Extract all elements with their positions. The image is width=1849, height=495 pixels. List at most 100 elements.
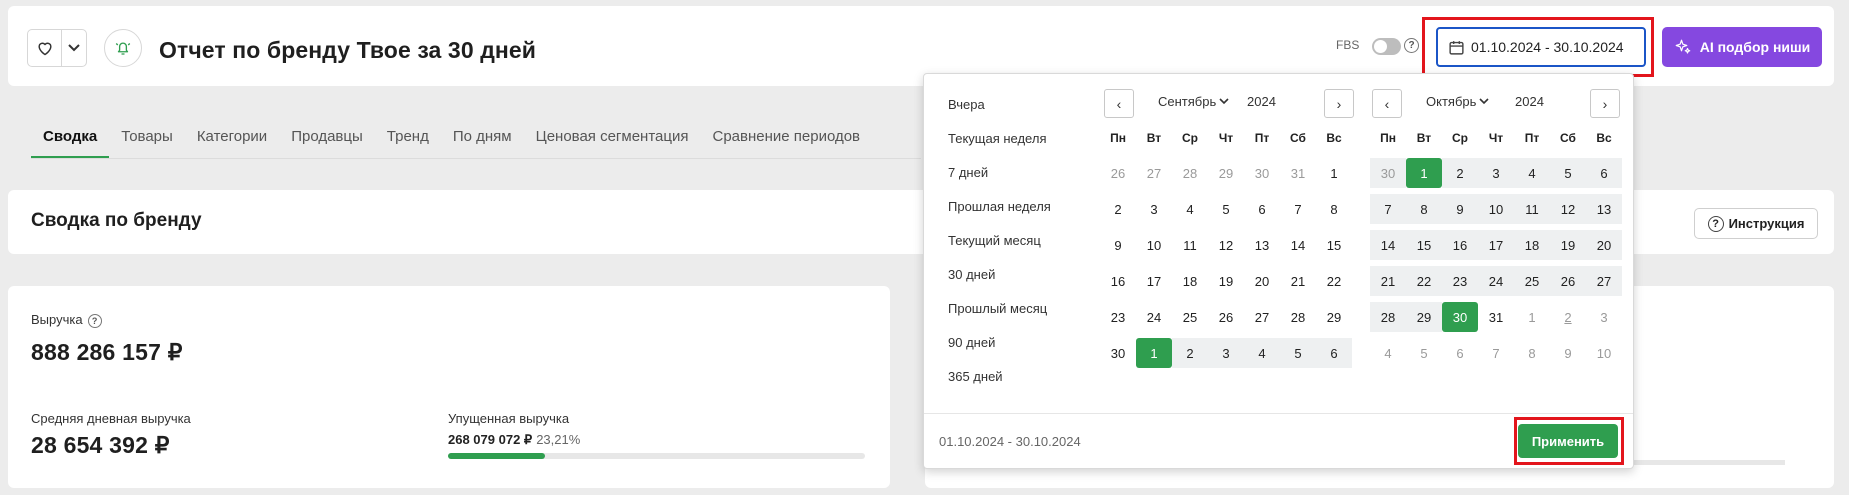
preset-365-days[interactable]: 365 дней (948, 360, 1051, 394)
preset-current-month[interactable]: Текущий месяц (948, 224, 1051, 258)
day-cell[interactable]: 13 (1244, 230, 1280, 260)
day-cell[interactable]: 28 (1370, 302, 1406, 332)
day-cell[interactable]: 8 (1316, 194, 1352, 224)
day-cell[interactable]: 4 (1514, 158, 1550, 188)
next-month-button[interactable]: › (1590, 89, 1620, 118)
day-cell[interactable]: 3 (1478, 158, 1514, 188)
tab-products[interactable]: Товары (109, 118, 185, 155)
notification-button[interactable] (104, 29, 142, 67)
day-cell[interactable]: 18 (1514, 230, 1550, 260)
tab-trend[interactable]: Тренд (375, 118, 441, 155)
day-cell[interactable]: 16 (1100, 266, 1136, 296)
day-cell[interactable]: 26 (1100, 158, 1136, 188)
preset-7-days[interactable]: 7 дней (948, 156, 1051, 190)
day-cell-selected-start[interactable]: 1 (1136, 338, 1172, 368)
fbs-toggle[interactable] (1372, 38, 1401, 55)
day-cell[interactable]: 21 (1280, 266, 1316, 296)
day-cell[interactable]: 2 (1100, 194, 1136, 224)
right-year-select[interactable]: 2024 (1515, 94, 1544, 109)
day-cell[interactable]: 26 (1208, 302, 1244, 332)
left-next-month-button[interactable]: › (1324, 89, 1354, 118)
right-prev-month-button[interactable]: ‹ (1372, 89, 1402, 118)
day-cell[interactable]: 24 (1478, 266, 1514, 296)
day-cell[interactable]: 14 (1280, 230, 1316, 260)
day-cell[interactable]: 31 (1280, 158, 1316, 188)
day-cell[interactable]: 19 (1208, 266, 1244, 296)
tab-sellers[interactable]: Продавцы (279, 118, 375, 155)
day-cell[interactable]: 27 (1136, 158, 1172, 188)
day-cell[interactable]: 17 (1478, 230, 1514, 260)
day-cell[interactable]: 6 (1442, 338, 1478, 368)
day-cell[interactable]: 19 (1550, 230, 1586, 260)
day-cell[interactable]: 11 (1172, 230, 1208, 260)
day-cell[interactable]: 20 (1244, 266, 1280, 296)
day-cell[interactable]: 24 (1136, 302, 1172, 332)
day-cell[interactable]: 27 (1244, 302, 1280, 332)
day-cell[interactable]: 30 (1370, 158, 1406, 188)
apply-button[interactable]: Применить (1518, 424, 1618, 458)
day-cell[interactable]: 10 (1586, 338, 1622, 368)
day-cell[interactable]: 5 (1280, 338, 1316, 368)
day-cell[interactable]: 4 (1244, 338, 1280, 368)
day-cell[interactable]: 29 (1406, 302, 1442, 332)
right-month-select[interactable]: Октябрь (1426, 94, 1489, 109)
day-cell[interactable]: 8 (1406, 194, 1442, 224)
tab-categories[interactable]: Категории (185, 118, 279, 155)
day-cell[interactable]: 1 (1514, 302, 1550, 332)
day-cell[interactable]: 3 (1208, 338, 1244, 368)
day-cell[interactable]: 18 (1172, 266, 1208, 296)
day-cell[interactable]: 25 (1514, 266, 1550, 296)
day-cell[interactable]: 26 (1550, 266, 1586, 296)
tab-summary[interactable]: Сводка (31, 118, 110, 159)
day-cell[interactable]: 5 (1550, 158, 1586, 188)
day-cell-selected-end[interactable]: 30 (1442, 302, 1478, 332)
day-cell[interactable]: 30 (1244, 158, 1280, 188)
preset-yesterday[interactable]: Вчера (948, 88, 1051, 122)
day-cell[interactable]: 29 (1208, 158, 1244, 188)
day-cell[interactable]: 7 (1280, 194, 1316, 224)
day-cell[interactable]: 9 (1100, 230, 1136, 260)
day-cell[interactable]: 13 (1586, 194, 1622, 224)
day-cell[interactable]: 31 (1478, 302, 1514, 332)
ai-niche-button[interactable]: AI подбор ниши (1662, 27, 1822, 67)
left-month-select[interactable]: Сентябрь (1158, 94, 1229, 109)
day-cell[interactable]: 6 (1244, 194, 1280, 224)
day-cell-selected-start[interactable]: 1 (1406, 158, 1442, 188)
day-cell[interactable]: 1 (1316, 158, 1352, 188)
day-cell[interactable]: 20 (1586, 230, 1622, 260)
favorite-dropdown-button[interactable] (62, 30, 86, 66)
day-cell[interactable]: 25 (1172, 302, 1208, 332)
day-cell[interactable]: 3 (1136, 194, 1172, 224)
day-cell[interactable]: 4 (1172, 194, 1208, 224)
preset-90-days[interactable]: 90 дней (948, 326, 1051, 360)
date-range-input[interactable]: 01.10.2024 - 30.10.2024 (1436, 27, 1646, 67)
instruction-button[interactable]: ? Инструкция (1694, 208, 1818, 239)
day-cell[interactable]: 8 (1514, 338, 1550, 368)
day-cell[interactable]: 21 (1370, 266, 1406, 296)
preset-last-month[interactable]: Прошлый месяц (948, 292, 1051, 326)
day-cell[interactable]: 17 (1136, 266, 1172, 296)
day-cell-today[interactable]: 2 (1550, 302, 1586, 332)
tab-by-days[interactable]: По дням (441, 118, 524, 155)
day-cell[interactable]: 11 (1514, 194, 1550, 224)
day-cell[interactable]: 30 (1100, 338, 1136, 368)
preset-30-days[interactable]: 30 дней (948, 258, 1051, 292)
day-cell[interactable]: 28 (1280, 302, 1316, 332)
day-cell[interactable]: 22 (1406, 266, 1442, 296)
day-cell[interactable]: 5 (1406, 338, 1442, 368)
day-cell[interactable]: 2 (1172, 338, 1208, 368)
day-cell[interactable]: 23 (1100, 302, 1136, 332)
day-cell[interactable]: 4 (1370, 338, 1406, 368)
day-cell[interactable]: 12 (1550, 194, 1586, 224)
day-cell[interactable]: 7 (1478, 338, 1514, 368)
day-cell[interactable]: 7 (1370, 194, 1406, 224)
day-cell[interactable]: 28 (1172, 158, 1208, 188)
preset-last-week[interactable]: Прошлая неделя (948, 190, 1051, 224)
day-cell[interactable]: 3 (1586, 302, 1622, 332)
day-cell[interactable]: 15 (1406, 230, 1442, 260)
day-cell[interactable]: 22 (1316, 266, 1352, 296)
left-year-select[interactable]: 2024 (1247, 94, 1276, 109)
favorite-button[interactable] (28, 30, 62, 66)
revenue-help-icon[interactable]: ? (87, 313, 102, 328)
fbs-help-icon[interactable]: ? (1404, 38, 1419, 53)
